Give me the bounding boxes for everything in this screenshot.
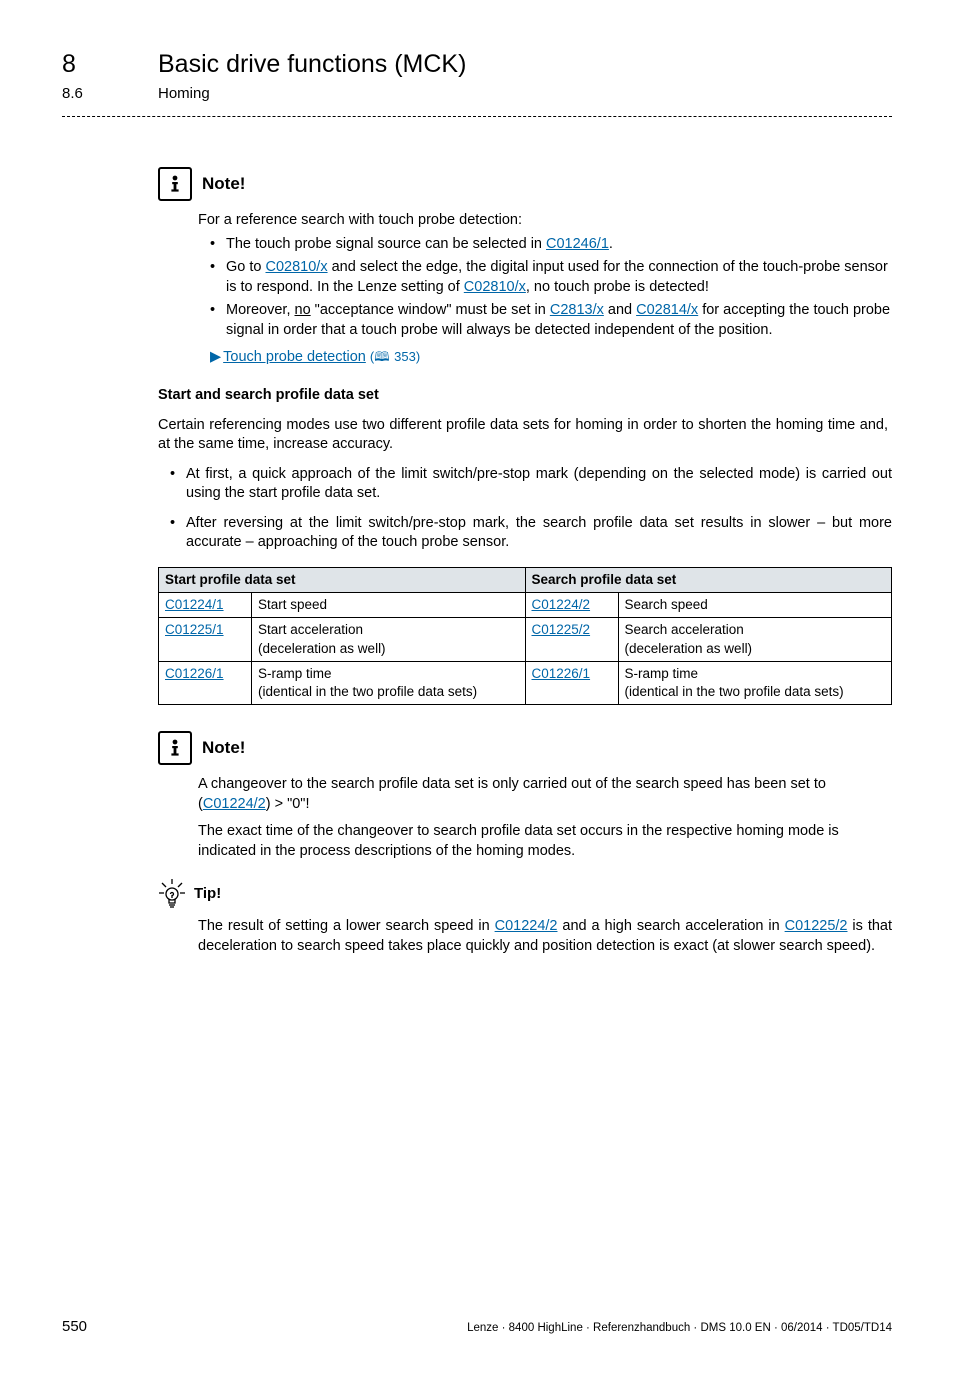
th-start-profile: Start profile data set bbox=[159, 567, 526, 592]
link-c01224-1[interactable]: C01224/1 bbox=[165, 597, 224, 612]
note-intro: For a reference search with touch probe … bbox=[198, 211, 892, 231]
note1-bullet-3: Moreover, no "acceptance window" must be… bbox=[214, 301, 892, 340]
section1-para: Certain referencing modes use two differ… bbox=[158, 416, 888, 455]
touch-probe-link-row: ▶Touch probe detection (🕮 353) bbox=[210, 348, 892, 368]
note-label: Note! bbox=[202, 737, 245, 760]
link-c01224-2-b[interactable]: C01224/2 bbox=[203, 796, 266, 812]
cell-text: Search speed bbox=[618, 593, 892, 618]
th-search-profile: Search profile data set bbox=[525, 567, 892, 592]
section-heading: Start and search profile data set bbox=[158, 386, 892, 406]
footer-text: Lenze · 8400 HighLine · Referenzhandbuch… bbox=[467, 1321, 892, 1337]
link-c01225-2[interactable]: C01225/2 bbox=[532, 622, 591, 637]
note2-p1: A changeover to the search profile data … bbox=[198, 775, 892, 814]
info-icon bbox=[158, 731, 192, 765]
table-row: C01226/1 S-ramp time (identical in the t… bbox=[159, 661, 892, 704]
book-icon: 🕮 bbox=[374, 349, 389, 364]
note1-bullet-2: Go to C02810/x and select the edge, the … bbox=[214, 258, 892, 297]
link-c02810x-a[interactable]: C02810/x bbox=[266, 259, 328, 275]
link-c01225-2-b[interactable]: C01225/2 bbox=[785, 918, 848, 934]
link-touch-probe-detection[interactable]: Touch probe detection bbox=[223, 349, 366, 365]
table-row: C01225/1 Start acceleration (deceleratio… bbox=[159, 618, 892, 661]
section1-bullet-2: After reversing at the limit switch/pre-… bbox=[176, 514, 892, 553]
page-ref: (🕮 353) bbox=[370, 349, 420, 364]
link-c01226-1-a[interactable]: C01226/1 bbox=[165, 666, 224, 681]
note-label: Note! bbox=[202, 173, 245, 196]
section-number: 8.6 bbox=[62, 84, 158, 104]
link-c2813x[interactable]: C2813/x bbox=[550, 302, 604, 318]
separator bbox=[62, 116, 892, 117]
cell-text: S-ramp time (identical in the two profil… bbox=[618, 661, 892, 704]
chapter-number: 8 bbox=[62, 48, 158, 82]
note2-p2: The exact time of the changeover to sear… bbox=[198, 822, 892, 861]
link-c01224-2-c[interactable]: C01224/2 bbox=[495, 918, 558, 934]
cell-text: Start acceleration (deceleration as well… bbox=[252, 618, 526, 661]
section-title: Homing bbox=[158, 84, 210, 104]
link-c01246-1[interactable]: C01246/1 bbox=[546, 236, 609, 252]
link-c02810x-b[interactable]: C02810/x bbox=[464, 279, 526, 295]
table-row: C01224/1 Start speed C01224/2 Search spe… bbox=[159, 593, 892, 618]
info-icon bbox=[158, 167, 192, 201]
tip-label: Tip! bbox=[194, 884, 221, 904]
tip-body: The result of setting a lower search spe… bbox=[198, 917, 892, 956]
cell-text: S-ramp time (identical in the two profil… bbox=[252, 661, 526, 704]
tip-icon bbox=[158, 879, 186, 909]
cell-text: Search acceleration (deceleration as wel… bbox=[618, 618, 892, 661]
arrow-icon: ▶ bbox=[210, 349, 221, 365]
page-number: 550 bbox=[62, 1317, 87, 1337]
section1-bullet-1: At first, a quick approach of the limit … bbox=[176, 465, 892, 504]
link-c01226-1-b[interactable]: C01226/1 bbox=[532, 666, 591, 681]
chapter-title: Basic drive functions (MCK) bbox=[158, 48, 466, 82]
note-box-2: Note! A changeover to the search profile… bbox=[158, 731, 892, 861]
note-box-1: Note! For a reference search with touch … bbox=[158, 167, 892, 368]
link-c02814x[interactable]: C02814/x bbox=[636, 302, 698, 318]
profile-data-table: Start profile data set Search profile da… bbox=[158, 567, 892, 705]
link-c01224-2[interactable]: C01224/2 bbox=[532, 597, 591, 612]
note1-bullet-1: The touch probe signal source can be sel… bbox=[214, 235, 892, 255]
cell-text: Start speed bbox=[252, 593, 526, 618]
link-c01225-1[interactable]: C01225/1 bbox=[165, 622, 224, 637]
